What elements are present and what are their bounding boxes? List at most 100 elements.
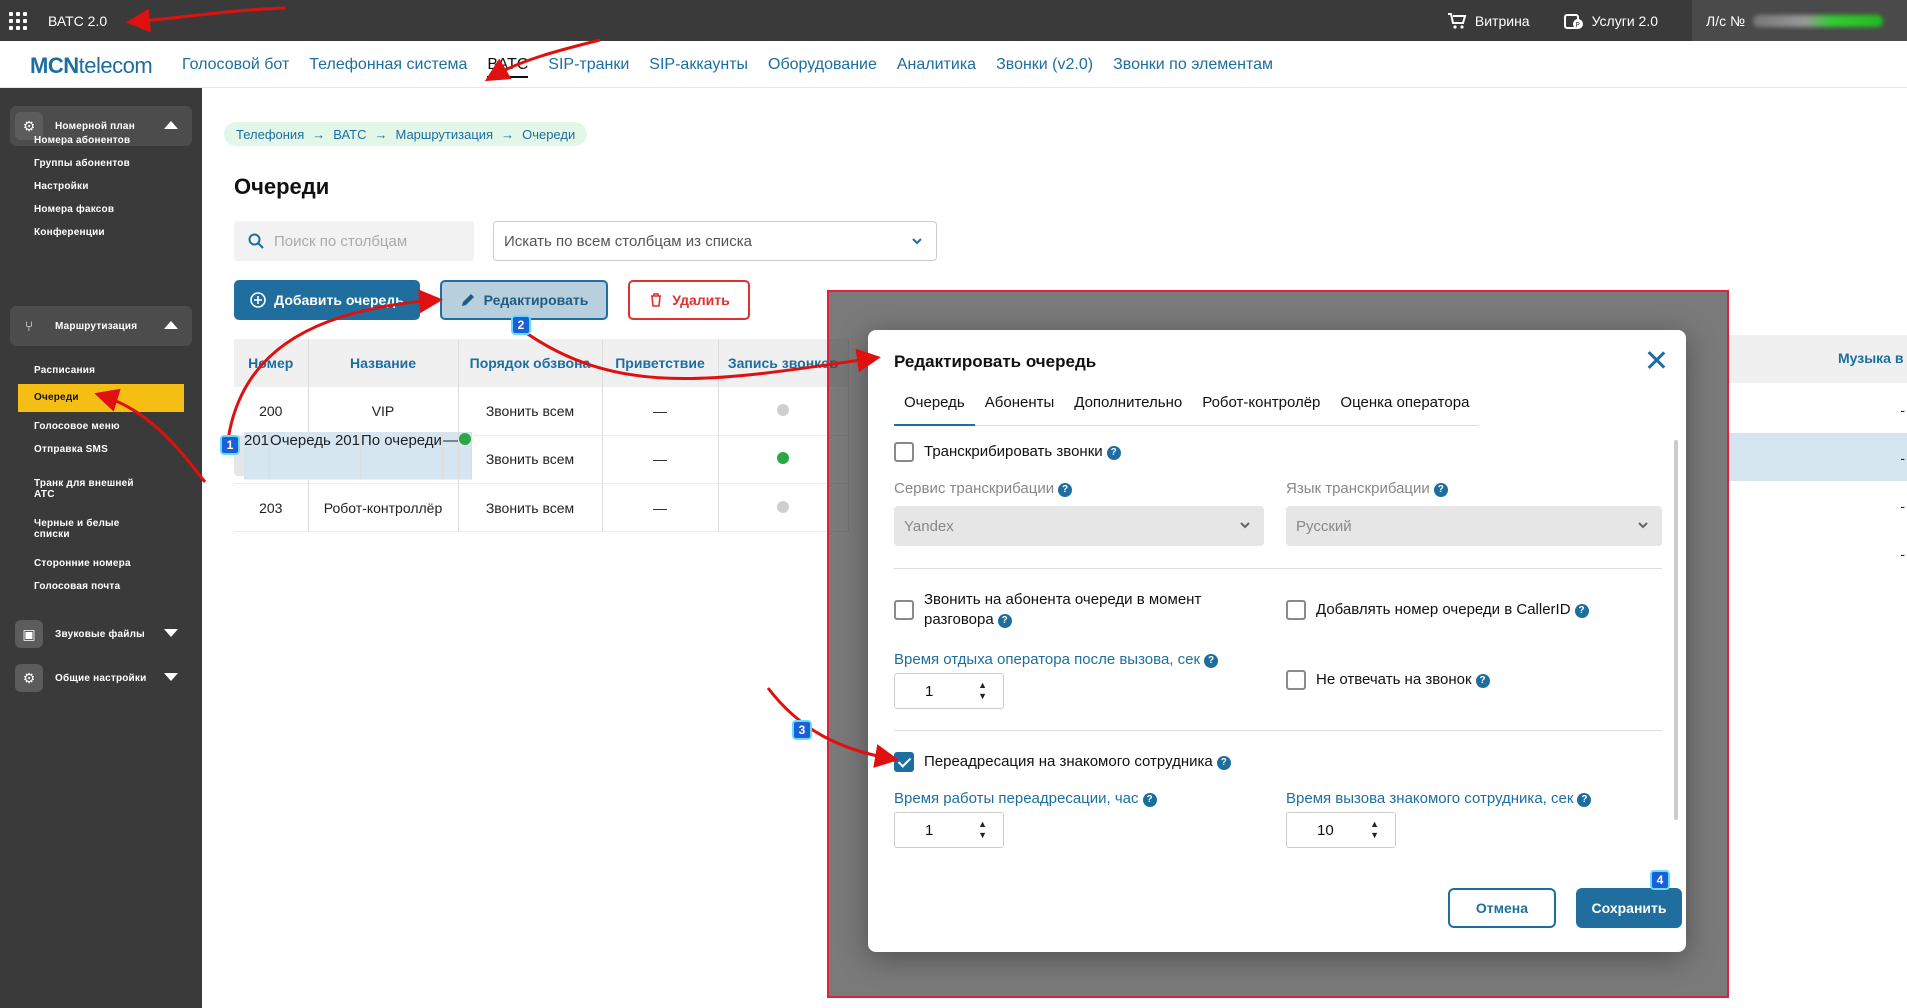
sidebar-group-routing[interactable]: ⑂ Маршрутизация (10, 306, 192, 346)
chevron-down-icon (164, 629, 178, 637)
help-icon[interactable]: ? (1142, 793, 1157, 807)
stepper-arrows-icon[interactable]: ▲ ▼ (1370, 819, 1379, 841)
forward-known-checkbox[interactable] (894, 752, 914, 772)
transcribe-checkbox[interactable] (894, 442, 914, 462)
account-number[interactable]: Л/с № (1692, 0, 1907, 41)
recording-status-dot (458, 432, 471, 445)
add-queue-number-checkbox[interactable] (1286, 600, 1306, 620)
transcription-lang-select[interactable]: Русский (1286, 506, 1662, 546)
column-header-music[interactable]: Музыка в (1838, 350, 1903, 366)
stepper-arrows-icon[interactable]: ▲ ▼ (978, 819, 987, 841)
forward-known-label: Переадресация на знакомого сотрудника? (924, 752, 1231, 772)
sidebar-item-subscriber-numbers[interactable]: Номера абонентов (34, 135, 174, 146)
nav-sip-trunks[interactable]: SIP-транки (548, 56, 629, 78)
call-during-talk-checkbox[interactable] (894, 600, 914, 620)
search-input[interactable]: Поиск по столбцам (234, 221, 474, 261)
breadcrumb-item[interactable]: ВАТС (333, 127, 366, 142)
sidebar-item-fax-numbers[interactable]: Номера факсов (34, 204, 174, 215)
services-icon: P (1563, 13, 1583, 29)
column-header-greeting[interactable]: Приветствие (602, 339, 719, 387)
column-header-number[interactable]: Номер (234, 339, 309, 387)
sidebar-item-third-party-numbers[interactable]: Сторонние номера (34, 558, 174, 569)
help-icon[interactable]: ? (1058, 483, 1073, 497)
save-button[interactable]: Сохранить (1576, 888, 1682, 928)
sidebar-item-settings[interactable]: Настройки (34, 181, 174, 192)
table-row[interactable]: 201 Очередь 201 По очереди — (234, 431, 472, 480)
column-search-select[interactable]: Искать по всем столбцам из списка (493, 221, 937, 261)
sidebar-item-external-trunk[interactable]: Транк для внешней АТС (34, 478, 154, 500)
help-icon[interactable]: ? (1433, 483, 1448, 497)
tab-operator-rating[interactable]: Оценка оператора (1330, 392, 1479, 426)
help-icon[interactable]: ? (1475, 674, 1490, 688)
app-name[interactable]: ВАТС 2.0 (48, 13, 107, 29)
close-icon[interactable] (1644, 348, 1668, 372)
nav-calls-by-elements[interactable]: Звонки по элементам (1113, 56, 1273, 78)
transcription-service-label: Сервис транскрибации? (894, 480, 1073, 497)
dialog-scrollbar[interactable] (1674, 440, 1678, 820)
stepper-arrows-icon[interactable]: ▲ ▼ (978, 680, 987, 702)
delete-button[interactable]: Удалить (628, 280, 750, 320)
cell-greeting: — (602, 435, 719, 484)
tab-subscribers[interactable]: Абоненты (975, 392, 1065, 426)
tab-additional[interactable]: Дополнительно (1064, 392, 1192, 426)
nav-analytics[interactable]: Аналитика (897, 56, 976, 78)
add-queue-number-label: Добавлять номер очереди в CallerID? (1316, 600, 1589, 620)
sidebar-item-queues[interactable]: Очереди (18, 384, 184, 412)
column-header-order[interactable]: Порядок обзвона (458, 339, 603, 387)
breadcrumb-item[interactable]: Телефония (236, 127, 304, 142)
tab-queue[interactable]: Очередь (894, 392, 975, 426)
help-icon[interactable]: ? (997, 614, 1012, 628)
sidebar-item-conferences[interactable]: Конференции (34, 227, 174, 238)
chevron-up-icon (164, 121, 178, 129)
help-icon[interactable]: ? (1106, 446, 1121, 460)
nav-equipment[interactable]: Оборудование (768, 56, 877, 78)
cancel-button[interactable]: Отмена (1448, 888, 1556, 928)
table-row[interactable]: 200 VIP Звонить всем — (234, 387, 849, 436)
sidebar-group-general-settings[interactable]: ⚙ Общие настройки (10, 658, 192, 698)
transcription-lang-label: Язык транскрибации? (1286, 480, 1448, 497)
table-row[interactable]: 203 Робот-контроллёр Звонить всем — (234, 483, 849, 532)
tab-robot-controller[interactable]: Робот-контролёр (1192, 392, 1330, 426)
rest-time-stepper[interactable]: 1 ▲ ▼ (894, 673, 1004, 709)
sound-files-icon: ▣ (15, 620, 43, 648)
sidebar-item-schedules[interactable]: Расписания (34, 365, 174, 376)
call-known-time-stepper[interactable]: 10 ▲ ▼ (1286, 812, 1396, 848)
help-icon[interactable]: ? (1574, 604, 1589, 618)
sidebar-item-subscriber-groups[interactable]: Группы абонентов (34, 158, 174, 169)
sidebar-item-voice-menu[interactable]: Голосовое меню (34, 421, 174, 432)
cell-number: 203 (234, 483, 309, 532)
forward-known-text: Переадресация на знакомого сотрудника (924, 753, 1213, 770)
sidebar-item-voicemail[interactable]: Голосовая почта (34, 581, 174, 592)
help-icon[interactable]: ? (1216, 756, 1231, 770)
edit-queue-dialog: Редактировать очередь Очередь Абоненты Д… (868, 330, 1686, 952)
apps-grid-icon[interactable] (9, 12, 27, 30)
sidebar-item-black-white-lists[interactable]: Черные и белые списки (34, 518, 144, 540)
transcription-lang-text: Язык транскрибации (1286, 480, 1430, 497)
breadcrumb-item[interactable]: Маршрутизация (395, 127, 493, 142)
nav-vats[interactable]: ВАТС (487, 56, 529, 78)
nav-phone-system[interactable]: Телефонная система (309, 56, 467, 78)
transcription-service-select[interactable]: Yandex (894, 506, 1264, 546)
call-during-talk-text-1: Звонить на абонента очереди в момент (924, 591, 1202, 608)
search-placeholder: Поиск по столбцам (274, 232, 408, 250)
nav-sip-accounts[interactable]: SIP-аккаунты (649, 56, 748, 78)
sidebar-group-sound-files[interactable]: ▣ Звуковые файлы (10, 614, 192, 654)
cart-icon (1447, 12, 1467, 29)
logo[interactable]: MCNtelecom (30, 53, 153, 79)
add-queue-button[interactable]: Добавить очередь (234, 280, 420, 320)
services-link[interactable]: P Услуги 2.0 (1563, 12, 1658, 30)
shop-link[interactable]: Витрина (1447, 12, 1530, 30)
breadcrumb-item: Очереди (522, 126, 576, 142)
help-icon[interactable]: ? (1204, 654, 1219, 668)
help-icon[interactable]: ? (1577, 793, 1592, 807)
search-icon (248, 233, 264, 249)
sidebar-item-send-sms[interactable]: Отправка SMS (34, 444, 174, 455)
no-answer-checkbox[interactable] (1286, 670, 1306, 690)
forward-time-stepper[interactable]: 1 ▲ ▼ (894, 812, 1004, 848)
column-header-name[interactable]: Название (308, 339, 459, 387)
nav-calls-v2[interactable]: Звонки (v2.0) (996, 56, 1093, 78)
edit-button[interactable]: Редактировать (440, 280, 608, 320)
no-answer-label: Не отвечать на звонок? (1316, 670, 1490, 690)
arrow-right-icon: → (501, 126, 515, 142)
nav-voice-bot[interactable]: Голосовой бот (182, 56, 289, 78)
